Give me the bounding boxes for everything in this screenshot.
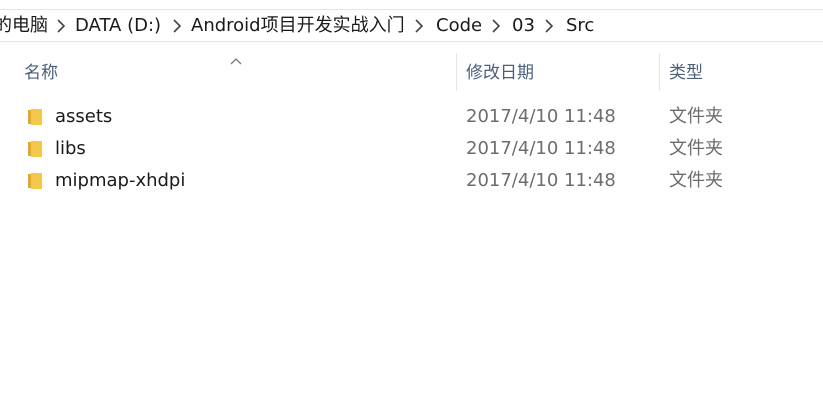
file-date-modified: 2017/4/10 11:48 xyxy=(466,170,616,191)
file-type: 文件夹 xyxy=(669,106,723,127)
folder-icon xyxy=(27,108,43,126)
folder-icon xyxy=(27,172,43,190)
file-date-modified: 2017/4/10 11:48 xyxy=(466,106,616,127)
chevron-right-icon[interactable] xyxy=(172,19,182,33)
column-header-date-modified[interactable]: 修改日期 xyxy=(466,61,534,85)
breadcrumb[interactable]: 的电脑 DATA (D:) Android项目开发实战入门 Code 03 Sr… xyxy=(0,9,823,42)
file-explorer-window: 的电脑 DATA (D:) Android项目开发实战入门 Code 03 Sr… xyxy=(0,0,823,397)
folder-icon xyxy=(27,140,43,158)
breadcrumb-item-03[interactable]: 03 xyxy=(512,10,535,41)
column-header-type[interactable]: 类型 xyxy=(669,61,703,85)
file-date-modified: 2017/4/10 11:48 xyxy=(466,138,616,159)
column-divider[interactable] xyxy=(659,53,660,91)
column-divider[interactable] xyxy=(456,53,457,91)
sort-ascending-icon xyxy=(230,50,242,65)
breadcrumb-item-src[interactable]: Src xyxy=(566,10,594,41)
chevron-right-icon[interactable] xyxy=(491,19,501,33)
file-type: 文件夹 xyxy=(669,138,723,159)
chevron-right-icon[interactable] xyxy=(56,19,66,33)
file-name[interactable]: mipmap-xhdpi xyxy=(55,165,185,197)
breadcrumb-item-this-pc[interactable]: 的电脑 xyxy=(0,10,48,41)
breadcrumb-item-android-project[interactable]: Android项目开发实战入门 xyxy=(191,10,405,41)
file-name[interactable]: assets xyxy=(55,101,112,133)
breadcrumb-item-code[interactable]: Code xyxy=(436,10,482,41)
file-row[interactable]: assets 2017/4/10 11:48 文件夹 xyxy=(18,101,778,133)
chevron-right-icon[interactable] xyxy=(414,19,424,33)
chevron-right-icon[interactable] xyxy=(544,19,554,33)
file-row[interactable]: libs 2017/4/10 11:48 文件夹 xyxy=(18,133,778,165)
column-header-name[interactable]: 名称 xyxy=(24,61,58,85)
file-name[interactable]: libs xyxy=(55,133,86,165)
file-row[interactable]: mipmap-xhdpi 2017/4/10 11:48 文件夹 xyxy=(18,165,778,197)
breadcrumb-item-data-drive[interactable]: DATA (D:) xyxy=(75,10,161,41)
file-type: 文件夹 xyxy=(669,170,723,191)
